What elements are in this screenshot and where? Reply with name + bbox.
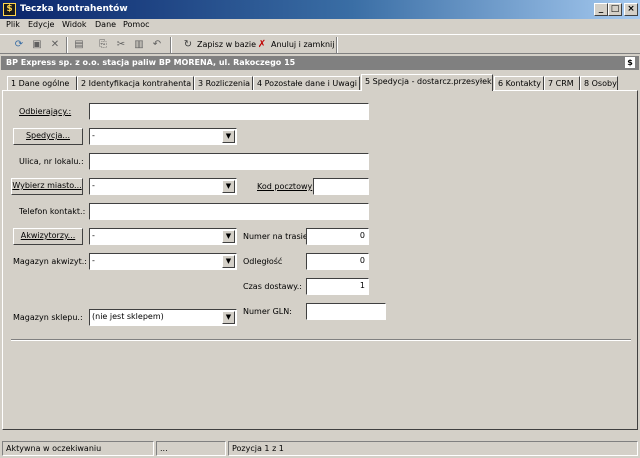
save-to-db-button[interactable]: Zapisz w bazie: [197, 40, 256, 49]
menu-plik[interactable]: Plik: [6, 20, 20, 29]
chevron-down-icon[interactable]: ▼: [222, 130, 235, 143]
ulica-field[interactable]: [89, 153, 369, 170]
menu-widok[interactable]: Widok: [62, 20, 87, 29]
close-button[interactable]: ×: [624, 3, 638, 16]
chevron-down-icon[interactable]: ▼: [222, 311, 235, 324]
contractor-name: BP Express sp. z o.o. stacja paliw BP MO…: [6, 58, 296, 67]
akwizytorzy-button[interactable]: Akwizytorzy...: [13, 228, 83, 245]
spedycja-value: -: [92, 131, 95, 140]
status-position: Pozycja 1 z 1: [228, 441, 638, 456]
paste-icon[interactable]: ▥: [132, 38, 146, 52]
magazyn-sklepu-select[interactable]: (nie jest sklepem) ▼: [89, 309, 237, 326]
toolbar-separator: [170, 37, 172, 53]
maximize-button[interactable]: □: [608, 3, 622, 16]
tab-crm[interactable]: 7 CRM: [544, 76, 580, 91]
cut-icon[interactable]: ✂: [114, 38, 128, 52]
spedycja-button[interactable]: Spedycja...: [13, 128, 83, 145]
menu-pomoc[interactable]: Pomoc: [123, 20, 150, 29]
cancel-close-button[interactable]: Anuluj i zamknij: [271, 40, 334, 49]
numer-gln-label: Numer GLN:: [243, 307, 292, 316]
miasto-value: -: [92, 181, 95, 190]
status-bar: Aktywna w oczekiwaniu ... Pozycja 1 z 1: [0, 440, 640, 458]
contractor-header: BP Express sp. z o.o. stacja paliw BP MO…: [1, 56, 639, 70]
save-icon[interactable]: ▣: [30, 38, 44, 52]
odbierajacy-label: Odbierający.:: [19, 107, 72, 116]
chevron-down-icon[interactable]: ▼: [222, 255, 235, 268]
cancel-icon[interactable]: ✗: [255, 38, 269, 52]
telefon-field[interactable]: [89, 203, 369, 220]
undo-icon[interactable]: ↶: [150, 38, 164, 52]
wybierz-miasto-button[interactable]: Wybierz miasto...: [11, 178, 83, 195]
magazyn-sklepu-value: (nie jest sklepem): [92, 312, 164, 321]
copy-icon[interactable]: ⎘: [96, 38, 110, 52]
akwizytorzy-value: -: [92, 231, 95, 240]
tab-kontakty[interactable]: 6 Kontakty: [494, 76, 544, 91]
spedycja-panel: Odbierający.: Spedycja... - ▼ Ulica, nr …: [2, 90, 638, 430]
ulica-label: Ulica, nr lokalu.:: [19, 157, 84, 166]
magazyn-akwizyt-value: -: [92, 256, 95, 265]
miasto-select[interactable]: - ▼: [89, 178, 237, 195]
menu-dane[interactable]: Dane: [95, 20, 116, 29]
magazyn-sklepu-label: Magazyn sklepu.:: [13, 313, 83, 322]
toolbar: ⟳ ▣ ✕ ▤ ⎘ ✂ ▥ ↶ ↻ Zapisz w bazie ✗ Anulu…: [0, 34, 640, 54]
dollar-icon: $: [3, 3, 16, 16]
title-bar: $ Teczka kontrahentów _ □ ×: [0, 0, 640, 19]
status-middle: ...: [156, 441, 226, 456]
kod-pocztowy-field[interactable]: [313, 178, 369, 195]
numer-trasie-field[interactable]: 0: [306, 228, 369, 245]
tab-rozliczenia[interactable]: 3 Rozliczenia: [194, 76, 253, 91]
kod-pocztowy-label: Kod pocztowy: [257, 182, 313, 191]
menu-edycje[interactable]: Edycje: [28, 20, 54, 29]
window-title: Teczka kontrahentów: [20, 4, 128, 14]
akwizytorzy-select[interactable]: - ▼: [89, 228, 237, 245]
refresh-icon[interactable]: ⟳: [12, 38, 26, 52]
tab-pozostale[interactable]: 4 Pozostałe dane i Uwagi: [253, 76, 360, 91]
tab-spedycja[interactable]: 5 Spedycja - dostarcz.przesyłek: [361, 74, 493, 91]
magazyn-akwizyt-label: Magazyn akwizyt.:: [13, 257, 87, 266]
numer-gln-field[interactable]: [306, 303, 386, 320]
czas-dostawy-field[interactable]: 1: [306, 278, 369, 295]
chevron-down-icon[interactable]: ▼: [222, 230, 235, 243]
toolbar-separator: [66, 37, 68, 53]
tab-osoby[interactable]: 8 Osoby: [580, 76, 618, 91]
tab-strip: 1 Dane ogólne 2 Identyfikacja kontrahent…: [0, 74, 640, 91]
numer-trasie-label: Numer na trasie: [243, 232, 308, 241]
tab-dane-ogolne[interactable]: 1 Dane ogólne: [7, 76, 77, 91]
telefon-label: Telefon kontakt.:: [19, 207, 86, 216]
czas-dostawy-label: Czas dostawy.:: [243, 282, 302, 291]
toolbar-separator: [336, 37, 338, 53]
minimize-button[interactable]: _: [594, 3, 608, 16]
tab-identyfikacja[interactable]: 2 Identyfikacja kontrahenta: [77, 76, 194, 91]
odleglosc-field[interactable]: 0: [306, 253, 369, 270]
chevron-down-icon[interactable]: ▼: [222, 180, 235, 193]
odbierajacy-field[interactable]: [89, 103, 369, 120]
status-state: Aktywna w oczekiwaniu: [2, 441, 154, 456]
properties-icon[interactable]: ▤: [72, 38, 86, 52]
delete-icon[interactable]: ✕: [48, 38, 62, 52]
spedycja-select[interactable]: - ▼: [89, 128, 237, 145]
menu-bar: Plik Edycje Widok Dane Pomoc: [0, 19, 640, 33]
dollar-icon: $: [625, 57, 635, 68]
magazyn-akwizyt-select[interactable]: - ▼: [89, 253, 237, 270]
odleglosc-label: Odległość: [243, 257, 283, 266]
panel-divider: [11, 339, 631, 341]
save-db-icon[interactable]: ↻: [181, 38, 195, 52]
